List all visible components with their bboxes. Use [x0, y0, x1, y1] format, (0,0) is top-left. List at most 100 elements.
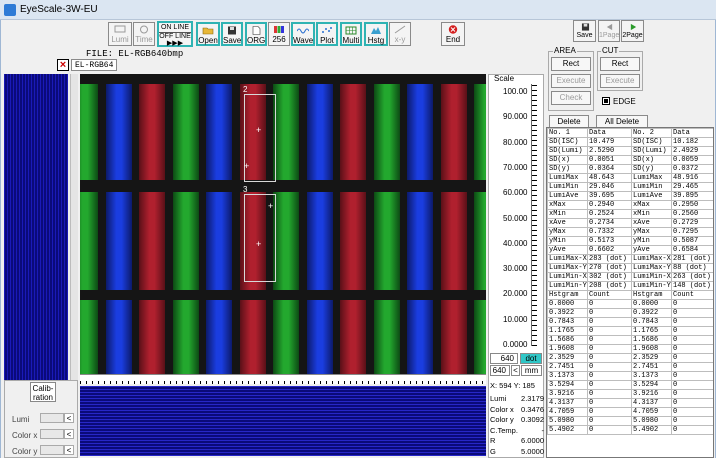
wave-button[interactable]: Wave	[291, 22, 315, 46]
multi-button[interactable]: Multi	[340, 22, 362, 46]
table-row: 0.7843 0 0.7843 0	[547, 317, 713, 327]
table-cell: SD(ISC)	[547, 137, 588, 147]
area-rect-button[interactable]: Rect	[551, 57, 591, 71]
subpixel	[440, 300, 467, 374]
play-icon: ▶▶▶	[166, 40, 184, 47]
chevron-left-icon[interactable]: <	[64, 429, 74, 439]
table-cell: LumiMin-X	[547, 272, 588, 282]
table-cell: 0	[587, 299, 632, 309]
area-execute-button[interactable]: Execute	[551, 74, 591, 88]
overview-strip	[4, 74, 68, 380]
cut-execute-button[interactable]: Execute	[600, 74, 640, 88]
table-cell: 0.2524	[587, 209, 632, 219]
width-field[interactable]: 640	[490, 353, 518, 364]
wave-icon	[297, 28, 309, 34]
lumi-button[interactable]: Lumi	[108, 22, 132, 46]
arrow-right-icon	[630, 23, 636, 31]
unit-dot-button[interactable]: dot	[520, 353, 542, 364]
table-cell: SD(Lumi)	[631, 146, 672, 156]
table-cell: xMin	[547, 209, 588, 219]
table-cell: 0	[671, 308, 713, 318]
table-cell: LumiMax-Y	[631, 263, 672, 273]
table-cell: 0	[587, 353, 632, 363]
calib-colory-label: Color y	[12, 447, 38, 456]
plot-button[interactable]: Plot	[316, 22, 338, 46]
calib-colory-input[interactable]	[40, 445, 64, 455]
table-cell: xMax	[547, 200, 588, 210]
table-cell: 0	[587, 425, 632, 435]
table-cell: 39.695	[587, 191, 632, 201]
table-row: 4.7059 0 4.7059 0	[547, 407, 713, 417]
time-button[interactable]: Time	[133, 22, 155, 46]
table-cell: 1.1765	[547, 326, 588, 336]
chevron-left-icon[interactable]: <	[511, 365, 520, 376]
vertical-scrollbar[interactable]	[70, 74, 78, 380]
table-cell: 281 (dot)	[671, 254, 713, 264]
table-cell: 0	[587, 380, 632, 390]
table-cell: SD(ISC)	[631, 137, 672, 147]
readout-row: Color y 0.3092	[490, 415, 544, 424]
table-cell: No. 1	[547, 128, 588, 138]
table-cell: 0	[671, 425, 713, 435]
image-tab[interactable]: EL-RGB64	[71, 59, 117, 71]
scale-label: 10.000	[503, 314, 528, 324]
table-cell: 302 (dot)	[587, 272, 632, 282]
height-field[interactable]: 640	[490, 365, 510, 376]
close-tab-icon[interactable]: ×	[57, 59, 69, 71]
chevron-left-icon[interactable]: <	[64, 413, 74, 423]
table-row: xMin 0.2524 xMin 0.2560	[547, 209, 713, 219]
open-button[interactable]: Open	[196, 22, 220, 46]
table-cell: 29.046	[587, 182, 632, 192]
readout-key: G	[490, 446, 496, 456]
table-cell: 0.7843	[631, 317, 672, 327]
folder-icon	[202, 27, 214, 35]
cut-rect-button[interactable]: Rect	[600, 57, 640, 71]
end-button[interactable]: End	[441, 22, 465, 46]
table-cell: 29.465	[671, 182, 713, 192]
calib-colorx-input[interactable]	[40, 429, 64, 439]
roi-number-3: 3	[243, 185, 248, 194]
table-cell: 2.3529	[547, 353, 588, 363]
page-save-button[interactable]: Save	[573, 20, 596, 42]
subpixel	[172, 84, 199, 180]
unit-mm-button[interactable]: mm	[521, 365, 542, 376]
chevron-left-icon[interactable]: <	[64, 445, 74, 455]
xy-button[interactable]: x-y	[389, 22, 411, 46]
256-button[interactable]: 256	[268, 22, 290, 46]
table-cell: 0.2734	[587, 218, 632, 228]
scale-label: 90.000	[503, 112, 528, 122]
edge-checkbox[interactable]	[602, 97, 610, 105]
scale-label: 50.000	[503, 213, 528, 223]
readout-value: 6.0000	[521, 436, 544, 445]
table-cell: 5.0980	[631, 416, 672, 426]
calib-lumi-input[interactable]	[40, 413, 64, 423]
table-cell: 0.0000	[631, 299, 672, 309]
area-check-button[interactable]: Check	[551, 91, 591, 105]
profile-strip	[80, 386, 486, 456]
save-button[interactable]: Save	[221, 22, 243, 46]
subpixel	[407, 84, 433, 180]
page2-button[interactable]: 2Page	[621, 20, 644, 42]
readout-key: Color y	[490, 415, 514, 424]
table-cell: 0	[671, 398, 713, 408]
image-viewer[interactable]: 2 + + 3 + +	[80, 74, 486, 374]
table-cell: 0	[587, 389, 632, 399]
table-cell: 1.9608	[547, 344, 588, 354]
document-icon	[252, 26, 261, 35]
palette-icon	[274, 26, 284, 33]
table-cell: 0	[587, 398, 632, 408]
hstg-button[interactable]: Hstg	[364, 22, 388, 46]
org-button[interactable]: ORG	[245, 22, 267, 46]
table-cell: SD(x)	[631, 155, 672, 165]
clock-icon	[140, 25, 148, 34]
table-row: LumiMin-Y 208 (dot) LumiMin-Y 148 (dot)	[547, 281, 713, 291]
table-cell: 2.7451	[631, 362, 672, 372]
measurement-table: No. 1 Data No. 2 Data SD(ISC) 10.479 SD(ISC) 10…	[546, 127, 714, 458]
table-cell: 2.4929	[671, 146, 713, 156]
scale-ruler	[531, 84, 541, 346]
online-offline-toggle[interactable]: ON LINE OFF LINE ▶▶▶	[157, 21, 193, 47]
table-cell: 5.4902	[547, 425, 588, 435]
subpixel	[440, 192, 467, 290]
table-cell: 0.6602	[587, 245, 632, 255]
page1-button[interactable]: 1Page	[598, 20, 620, 42]
